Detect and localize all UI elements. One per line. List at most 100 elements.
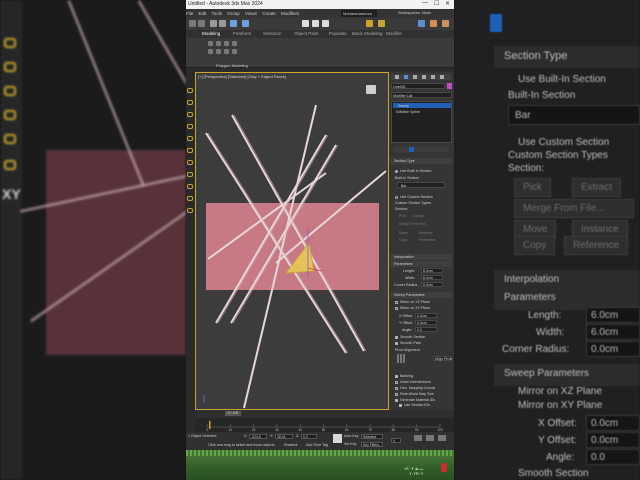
user-account-dropdown[interactable]: Mohammadreza: [341, 10, 377, 17]
tool-icon[interactable]: [187, 196, 193, 201]
hierarchy-tab-icon[interactable]: [413, 75, 417, 79]
z-coord-field[interactable]: 0.0: [301, 434, 317, 439]
real-world-checkbox[interactable]: [395, 393, 398, 396]
add-time-tag-button[interactable]: Add Time Tag: [306, 443, 328, 447]
builtin-section-dropdown[interactable]: Bar: [397, 182, 445, 188]
zoom-icon[interactable]: [414, 435, 422, 441]
tab-freeform[interactable]: Freeform: [233, 30, 251, 38]
key-filters-button[interactable]: Key Filters...: [361, 442, 383, 447]
section-type-header[interactable]: Section Type: [390, 158, 452, 164]
angle-snap-icon[interactable]: [378, 20, 385, 27]
y-coord-field[interactable]: 38.44: [275, 434, 293, 439]
scale-icon[interactable]: [322, 20, 329, 27]
x-coord-field[interactable]: -324.8: [249, 434, 267, 439]
create-tab-icon[interactable]: [395, 75, 399, 79]
set-key-icon[interactable]: [333, 434, 342, 443]
gen-material-ids-checkbox[interactable]: [395, 399, 398, 402]
menu-views[interactable]: Views: [245, 11, 257, 16]
menu-modifiers[interactable]: Modifiers: [281, 11, 299, 16]
tab-populate[interactable]: Populate: [329, 30, 347, 38]
rotate-icon[interactable]: [312, 20, 319, 27]
workspace-dropdown[interactable]: Workspaces: Main: [398, 10, 431, 15]
instance-radio[interactable]: Instance: [419, 231, 433, 235]
render-frame-icon[interactable]: [442, 20, 449, 27]
mirror-xy-checkbox[interactable]: [395, 307, 398, 310]
gen-mapping-checkbox[interactable]: [395, 387, 398, 390]
ribbon-tool-icon[interactable]: [208, 49, 213, 54]
select-object-icon[interactable]: [230, 20, 237, 27]
taskbar-clock[interactable]: ۱۳:۰۳ ب.ظ ۲۰۲۴/۰۲: [404, 466, 423, 476]
pick-button[interactable]: Pick: [399, 214, 406, 218]
display-tab-icon[interactable]: [431, 75, 435, 79]
ribbon-tool-icon[interactable]: [208, 41, 213, 46]
motion-tab-icon[interactable]: [422, 75, 426, 79]
sweep-parameters-header[interactable]: Sweep Parameters: [390, 292, 452, 298]
menu-file[interactable]: File: [186, 11, 193, 16]
tool-icon[interactable]: [187, 112, 193, 117]
ribbon-tool-icon[interactable]: [224, 41, 229, 46]
union-intersections-checkbox[interactable]: [395, 381, 398, 384]
frame-field[interactable]: 0: [391, 438, 401, 443]
select-region-icon[interactable]: [242, 20, 249, 27]
tab-modeling[interactable]: Modeling: [202, 30, 220, 38]
y-offset-spinner[interactable]: 0.0cm: [415, 320, 437, 325]
key-set-dropdown[interactable]: Selected: [361, 434, 383, 439]
tool-icon[interactable]: [187, 208, 193, 213]
mirror-xz-checkbox[interactable]: [395, 301, 398, 304]
modify-tab-icon[interactable]: [404, 75, 408, 79]
perspective-viewport[interactable]: [+] [Perspective] [Standard] [Clay + Edg…: [195, 72, 389, 410]
menu-edit[interactable]: Edit: [199, 11, 207, 16]
tool-icon[interactable]: [187, 148, 193, 153]
stack-item-sweep[interactable]: Sweep: [393, 103, 451, 108]
banking-checkbox[interactable]: [395, 375, 398, 378]
material-editor-icon[interactable]: [418, 20, 425, 27]
use-builtin-radio[interactable]: [395, 170, 398, 173]
tab-object-paint[interactable]: Object Paint: [294, 30, 319, 38]
tab-basic-modeling[interactable]: Basic Modeling: [352, 30, 383, 38]
set-key-button[interactable]: Set Key: [344, 442, 357, 446]
object-color-swatch[interactable]: [447, 83, 452, 89]
smooth-section-checkbox[interactable]: [395, 336, 398, 339]
corner-radius-spinner[interactable]: 0.0cm: [421, 282, 443, 287]
show-end-result-icon[interactable]: [409, 147, 414, 152]
tool-icon[interactable]: [187, 184, 193, 189]
interpolation-header[interactable]: Interpolation: [390, 254, 452, 260]
smooth-path-checkbox[interactable]: [395, 342, 398, 345]
notification-icon[interactable]: [441, 463, 447, 472]
move-radio[interactable]: Move: [399, 231, 408, 235]
link-icon[interactable]: [210, 20, 217, 27]
close-button[interactable]: ✕: [445, 0, 450, 7]
orbit-icon[interactable]: [438, 435, 446, 441]
tool-icon[interactable]: [187, 88, 193, 93]
minimize-button[interactable]: —: [422, 0, 428, 6]
tab-selection[interactable]: Selection: [263, 30, 282, 38]
move-icon[interactable]: [302, 20, 309, 27]
menu-tools[interactable]: Tools: [211, 11, 222, 16]
auto-key-button[interactable]: Auto Key: [344, 434, 359, 438]
width-spinner[interactable]: 6.0cm: [421, 275, 443, 280]
tool-icon[interactable]: [187, 124, 193, 129]
stack-item-editable-spline[interactable]: Editable Spline: [393, 109, 451, 114]
pivot-grid-icon[interactable]: [397, 354, 406, 363]
menu-create[interactable]: Create: [262, 11, 276, 16]
time-slider[interactable]: 0 / 100: [225, 411, 241, 416]
use-custom-radio[interactable]: [395, 196, 398, 199]
undo-icon[interactable]: [189, 20, 196, 27]
snap-icon[interactable]: [366, 20, 373, 27]
ribbon-tool-icon[interactable]: [216, 41, 221, 46]
time-slider-bar[interactable]: 0 / 100: [195, 410, 454, 418]
redo-icon[interactable]: [198, 20, 205, 27]
ribbon-tool-icon[interactable]: [216, 49, 221, 54]
pink-plane[interactable]: [206, 203, 379, 290]
angle-spinner[interactable]: 0.0: [415, 327, 437, 332]
reference-radio[interactable]: Reference: [419, 238, 436, 242]
ribbon-tool-icon[interactable]: [232, 41, 237, 46]
tool-icon[interactable]: [187, 160, 193, 165]
x-offset-spinner[interactable]: 0.0cm: [415, 313, 437, 318]
unlink-icon[interactable]: [219, 20, 226, 27]
menu-group[interactable]: Group: [227, 11, 240, 16]
align-pivot-button[interactable]: Align Pivot: [433, 356, 452, 361]
extract-button[interactable]: Extract: [413, 214, 424, 218]
length-spinner[interactable]: 6.0cm: [421, 268, 443, 273]
copy-radio[interactable]: Copy: [399, 238, 407, 242]
